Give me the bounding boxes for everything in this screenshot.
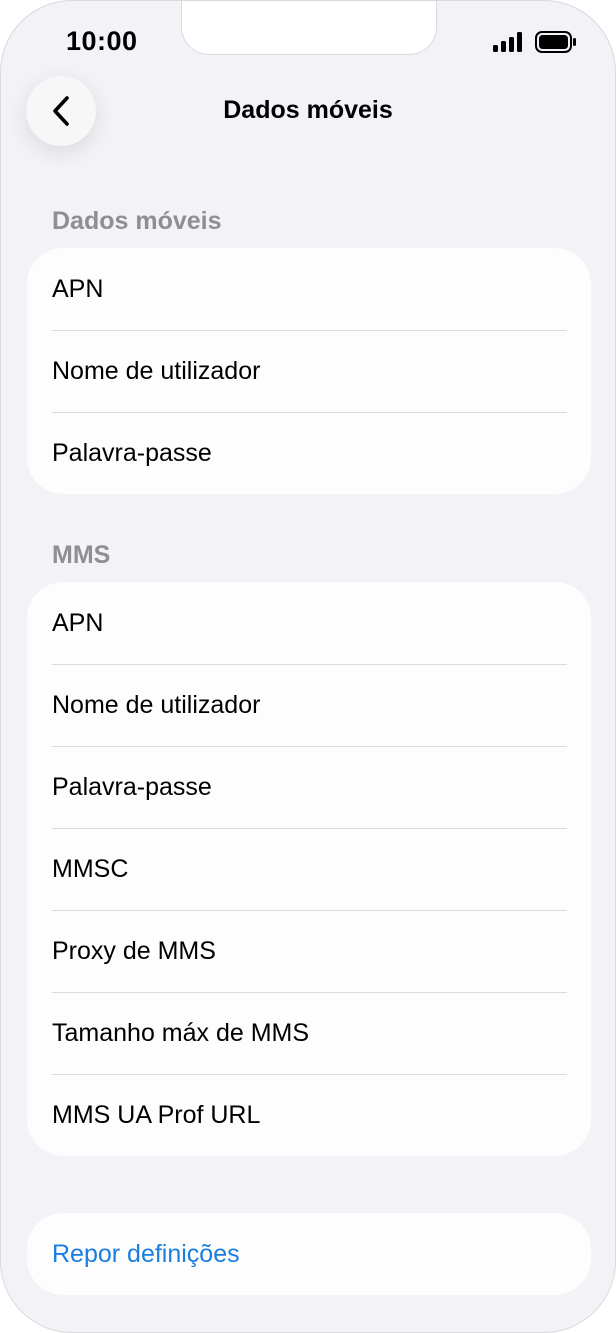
- section-header-mobile-data: Dados móveis: [52, 207, 222, 235]
- status-time: 10:00: [66, 26, 138, 56]
- phone-frame: 10:00 Dados móveis Dados móveis APN Nome…: [0, 0, 616, 1333]
- mobile-data-username-row[interactable]: Nome de utilizador: [27, 330, 591, 412]
- mms-group: APN Nome de utilizador Palavra-passe MMS…: [27, 582, 591, 1156]
- section-header-mms: MMS: [52, 541, 111, 569]
- page-title: Dados móveis: [223, 96, 393, 124]
- mms-proxy-row[interactable]: Proxy de MMS: [27, 910, 591, 992]
- mobile-data-apn-row[interactable]: APN: [27, 248, 591, 330]
- mobile-data-password-row[interactable]: Palavra-passe: [27, 412, 591, 494]
- reset-settings-button[interactable]: Repor definições: [27, 1213, 591, 1295]
- reset-group: Repor definições: [27, 1213, 591, 1295]
- mmsc-row[interactable]: MMSC: [27, 828, 591, 910]
- mms-username-row[interactable]: Nome de utilizador: [27, 664, 591, 746]
- mms-apn-row[interactable]: APN: [27, 582, 591, 664]
- mms-password-row[interactable]: Palavra-passe: [27, 746, 591, 828]
- cellular-signal-icon: [493, 32, 522, 52]
- mobile-data-group: APN Nome de utilizador Palavra-passe: [27, 248, 591, 494]
- notch: [181, 1, 437, 55]
- mms-max-size-row[interactable]: Tamanho máx de MMS: [27, 992, 591, 1074]
- mms-ua-prof-url-row[interactable]: MMS UA Prof URL: [27, 1074, 591, 1156]
- battery-icon: [535, 31, 576, 53]
- status-icons: [493, 29, 577, 55]
